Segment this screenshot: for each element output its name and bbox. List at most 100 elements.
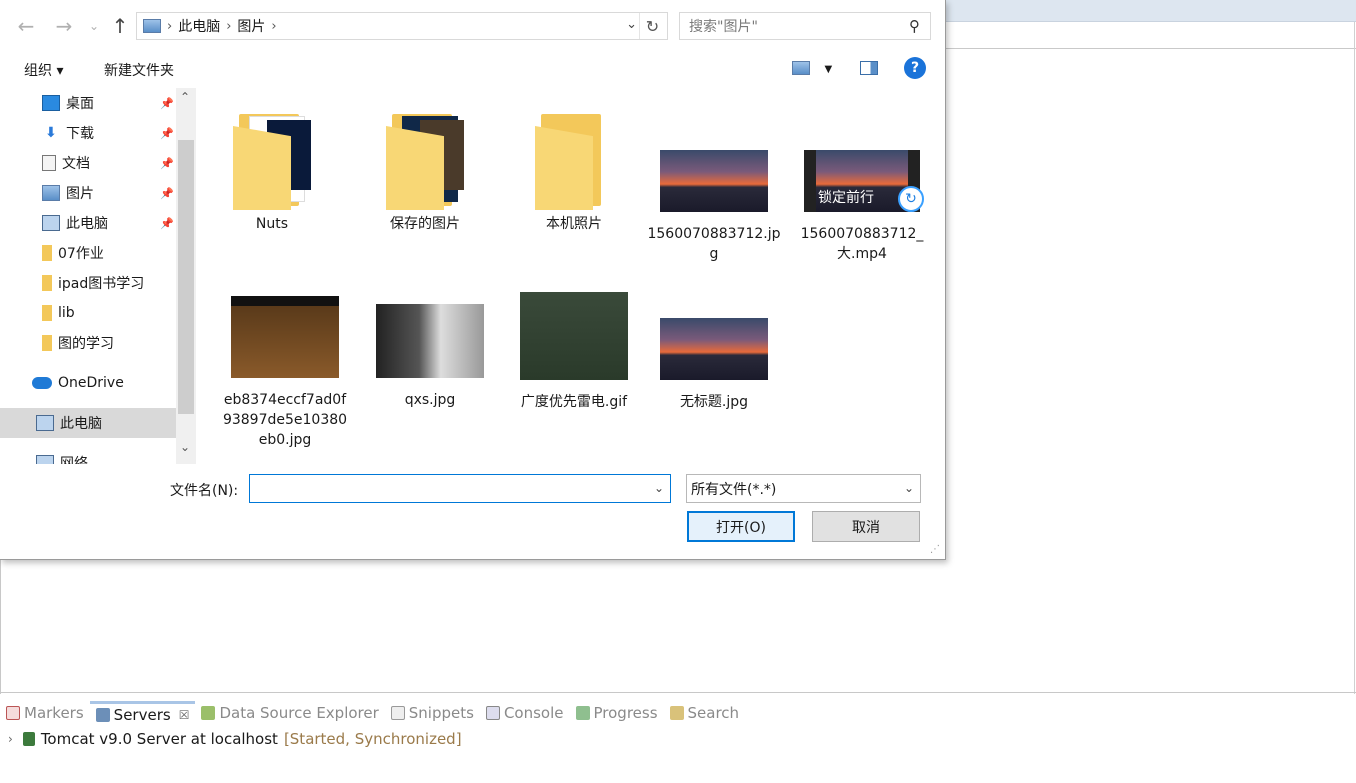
chevron-right-icon[interactable]: › (167, 19, 172, 34)
sidebar-item-downloads[interactable]: ⬇ 下载 📌 (0, 118, 176, 148)
up-button[interactable]: ↑ (108, 14, 132, 38)
chevron-up-icon[interactable]: ⌃ (180, 90, 190, 104)
chevron-right-icon[interactable]: › (8, 732, 13, 746)
pin-icon[interactable]: 📌 (160, 217, 174, 230)
ide-border (1354, 22, 1355, 694)
tab-label: Search (687, 704, 740, 722)
chevron-down-icon[interactable]: ⌄ (904, 481, 914, 495)
file-item-image[interactable]: eb8374eccf7ad0f93897de5e10380eb0.jpg (220, 296, 350, 450)
image-thumbnail (660, 150, 768, 212)
pin-icon[interactable]: 📌 (160, 157, 174, 170)
sidebar-item-pictures[interactable]: 图片 📌 (0, 178, 176, 208)
server-row[interactable]: › Tomcat v9.0 Server at localhost [Start… (8, 730, 462, 748)
help-button[interactable]: ? (904, 57, 926, 79)
tab-snippets[interactable]: Snippets (385, 701, 480, 725)
chevron-right-icon[interactable]: › (271, 19, 276, 34)
sidebar-item-label: 文档 (62, 156, 90, 172)
file-item-image[interactable]: 广度优先雷电.gif (504, 292, 644, 412)
file-item-folder[interactable]: Nuts (212, 108, 332, 234)
tab-label: Progress (593, 704, 658, 722)
breadcrumb-item[interactable]: 图片 (237, 16, 265, 36)
progress-icon (575, 706, 590, 720)
sidebar-item-label: 图片 (66, 186, 94, 202)
tab-label: Servers (113, 705, 171, 724)
tab-markers[interactable]: Markers (0, 701, 90, 725)
forward-button[interactable]: → (52, 14, 76, 38)
computer-icon (42, 215, 60, 231)
download-icon: ⬇ (45, 125, 57, 141)
sidebar-item-folder[interactable]: 图的学习 (0, 328, 176, 358)
network-icon (36, 455, 54, 464)
file-item-image[interactable]: qxs.jpg (360, 296, 500, 410)
address-bar[interactable]: › 此电脑 › 图片 › ⌄ ↻ (136, 12, 668, 40)
sidebar-item-desktop[interactable]: 桌面 📌 (0, 88, 176, 118)
server-name: Tomcat v9.0 Server at localhost (40, 730, 278, 748)
sidebar-item-this-pc[interactable]: 此电脑 (0, 408, 176, 438)
forward-arrow-icon: → (55, 14, 73, 38)
cancel-button[interactable]: 取消 (812, 511, 920, 542)
pin-icon[interactable]: 📌 (160, 97, 174, 110)
sidebar-item-folder[interactable]: 07作业 (0, 238, 176, 268)
datasource-icon (201, 706, 216, 720)
search-input[interactable]: 搜索"图片" ⚲ (679, 12, 931, 40)
file-list: Nuts 保存的图片 本机照片 1560070883712.jpg 锁定前行 ↻… (212, 96, 946, 460)
tab-servers[interactable]: Servers ☒ (89, 701, 196, 725)
tab-search[interactable]: Search (664, 701, 746, 725)
pin-icon[interactable]: 📌 (160, 187, 174, 200)
filename-field[interactable]: ⌄ (249, 474, 671, 503)
chevron-down-icon[interactable]: ⌄ (180, 440, 190, 454)
chevron-down-icon: ⌄ (88, 19, 100, 33)
folder-icon (42, 275, 52, 291)
file-item-video[interactable]: 锁定前行 ↻ 1560070883712_大.mp4 (792, 100, 932, 264)
ide-panel-divider (0, 692, 1356, 693)
file-item-folder[interactable]: 保存的图片 (360, 108, 490, 234)
sidebar-item-network[interactable]: 网络 (0, 448, 176, 464)
breadcrumb-item[interactable]: 此电脑 (178, 16, 220, 36)
markers-icon (6, 706, 20, 720)
close-icon[interactable]: ☒ (179, 708, 190, 722)
file-type-select[interactable]: 所有文件(*.*) ⌄ (686, 474, 921, 503)
chevron-down-icon[interactable]: ⌄ (626, 17, 637, 32)
file-item-image[interactable]: 无标题.jpg (644, 296, 784, 412)
filename-input[interactable] (250, 475, 640, 502)
tab-data-source-explorer[interactable]: Data Source Explorer (195, 701, 384, 725)
sidebar-item-onedrive[interactable]: OneDrive (0, 368, 176, 398)
sidebar-item-label: 此电脑 (60, 416, 102, 432)
sidebar-item-documents[interactable]: 文档 📌 (0, 148, 176, 178)
resize-grip-icon[interactable]: ⋰ (930, 544, 940, 555)
preview-pane-icon (860, 61, 878, 75)
search-placeholder: 搜索"图片" (689, 19, 758, 35)
open-button[interactable]: 打开(O) (687, 511, 795, 542)
organize-button[interactable]: 组织 ▾ (24, 60, 63, 80)
preview-pane-button[interactable] (860, 60, 878, 76)
folder-icon (535, 108, 613, 210)
chevron-right-icon[interactable]: › (226, 19, 231, 34)
folder-icon (386, 108, 464, 210)
tab-console[interactable]: Console (480, 701, 570, 725)
back-arrow-icon: ← (17, 14, 35, 38)
tab-label: Snippets (408, 704, 474, 722)
sidebar-item-this-pc-pinned[interactable]: 此电脑 📌 (0, 208, 176, 238)
scrollbar-thumb[interactable] (178, 140, 194, 414)
file-item-folder[interactable]: 本机照片 (504, 108, 644, 234)
pin-icon[interactable]: 📌 (160, 127, 174, 140)
cloud-icon (32, 377, 52, 389)
view-options-button[interactable]: ▼ (792, 60, 832, 76)
file-name: 无标题.jpg (679, 394, 749, 410)
image-thumbnail (376, 304, 484, 378)
refresh-button[interactable]: ↻ (639, 13, 665, 39)
sidebar-item-folder[interactable]: ipad图书学习 (0, 268, 176, 298)
new-folder-button[interactable]: 新建文件夹 (104, 60, 174, 80)
snippets-icon (390, 706, 405, 720)
file-name: qxs.jpg (404, 392, 456, 408)
file-item-image[interactable]: 1560070883712.jpg (644, 100, 784, 264)
sidebar-item-label: 网络 (60, 456, 88, 464)
back-button[interactable]: ← (14, 14, 38, 38)
desktop-icon (42, 95, 60, 111)
chevron-down-icon[interactable]: ⌄ (654, 481, 664, 495)
video-thumbnail: 锁定前行 ↻ (804, 150, 924, 212)
tab-progress[interactable]: Progress (570, 701, 664, 725)
sidebar-item-folder[interactable]: lib (0, 298, 176, 328)
ide-border-left (0, 560, 1, 694)
recent-locations-button[interactable]: ⌄ (82, 14, 106, 38)
